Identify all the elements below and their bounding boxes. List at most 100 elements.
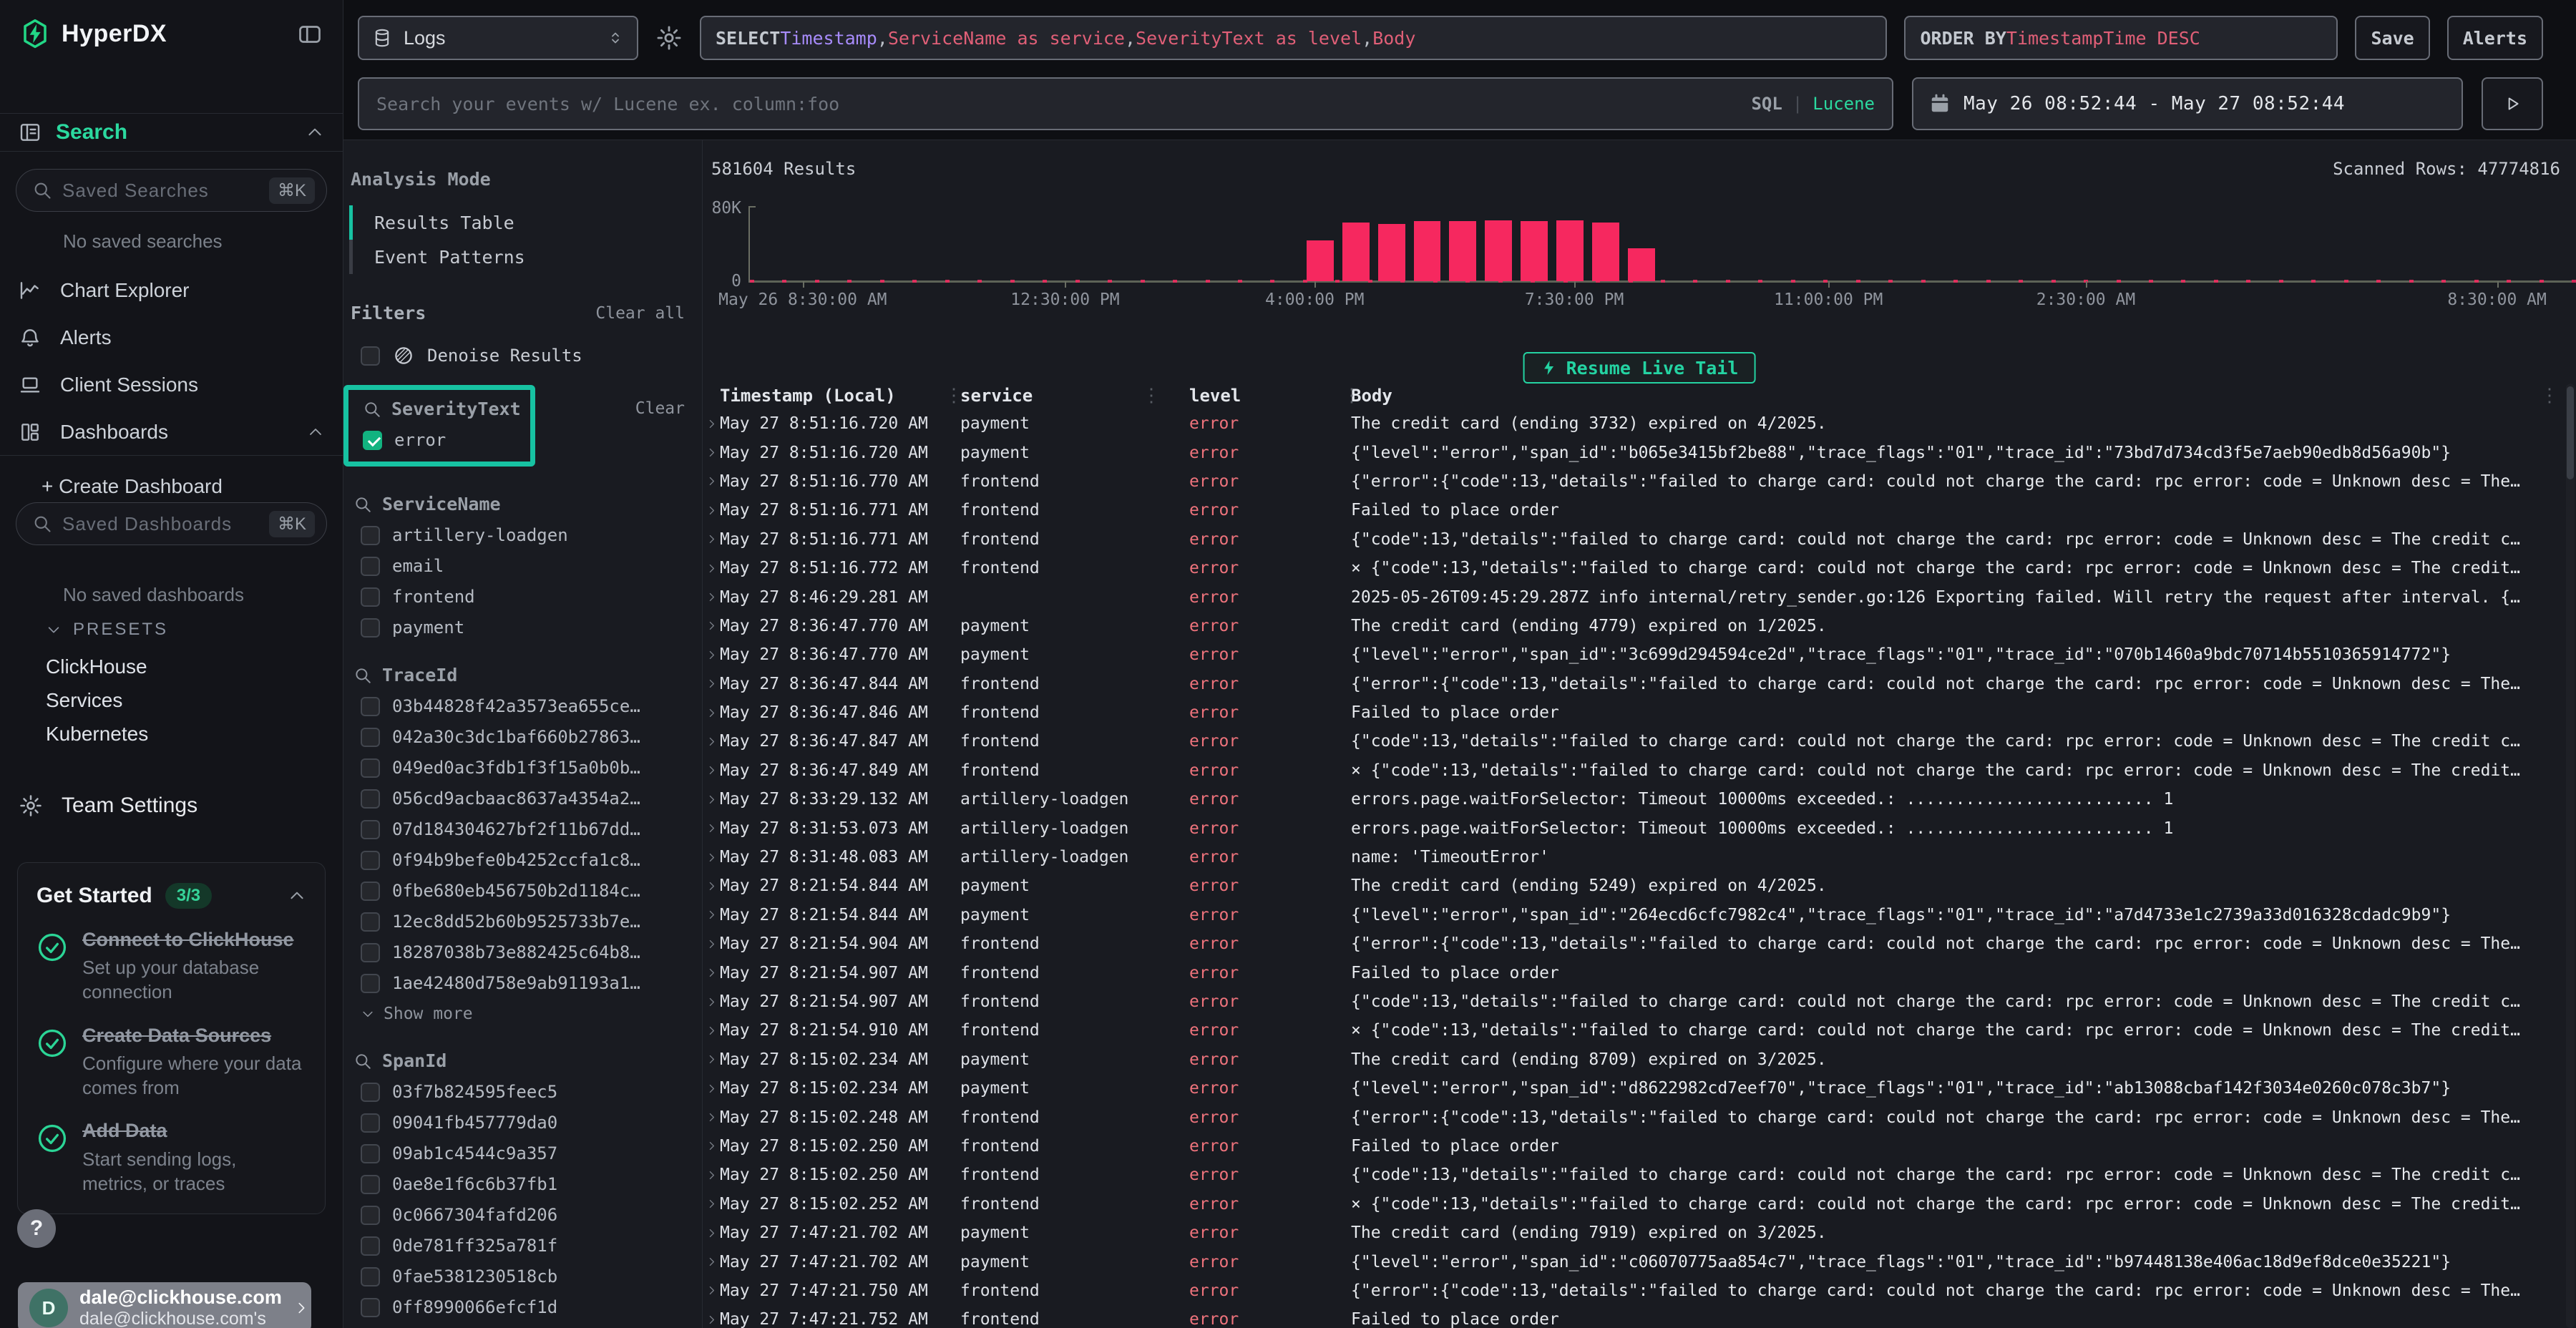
expand-row-icon[interactable] — [706, 533, 718, 545]
filter-option[interactable]: 12ec8dd52b60b9525733b7e… — [361, 912, 685, 932]
filter-option[interactable]: 1ae42480d758e9ab91193a1… — [361, 973, 685, 993]
get-started-item[interactable]: Add DataStart sending logs, metrics, or … — [36, 1118, 306, 1196]
checkbox[interactable] — [361, 618, 380, 638]
expand-row-icon[interactable] — [706, 1256, 718, 1268]
get-started-item[interactable]: Connect to ClickHouseSet up your databas… — [36, 927, 306, 1005]
table-row[interactable]: May 27 8:51:16.772 AMfrontenderror× {"co… — [703, 554, 2565, 582]
clear-all-button[interactable]: Clear all — [595, 304, 685, 323]
filter-option[interactable]: artillery-loadgen — [361, 525, 685, 545]
table-row[interactable]: May 27 7:47:21.702 AMpaymenterror{"level… — [703, 1247, 2565, 1276]
histogram-bar[interactable] — [1342, 223, 1370, 281]
analysis-mode-results-table[interactable]: Results Table — [349, 205, 685, 240]
filter-option[interactable]: 0de781ff325a781f — [361, 1236, 685, 1256]
table-row[interactable]: May 27 7:47:21.752 AMfrontenderrorFailed… — [703, 1305, 2565, 1328]
table-row[interactable]: May 27 8:15:02.250 AMfrontenderrorFailed… — [703, 1132, 2565, 1161]
table-row[interactable]: May 27 8:51:16.771 AMfrontenderror{"code… — [703, 525, 2565, 554]
sidebar-item-alerts[interactable]: Alerts — [0, 318, 343, 358]
expand-row-icon[interactable] — [706, 1140, 718, 1152]
sidebar-item-search[interactable]: Search — [0, 113, 343, 152]
table-row[interactable]: May 27 8:31:48.083 AMartillery-loadgener… — [703, 843, 2565, 872]
table-row[interactable]: May 27 8:36:47.844 AMfrontenderror{"erro… — [703, 670, 2565, 698]
expand-row-icon[interactable] — [706, 475, 718, 487]
checkbox[interactable] — [361, 789, 380, 809]
expand-row-icon[interactable] — [706, 1227, 718, 1239]
save-button[interactable]: Save — [2355, 16, 2429, 60]
table-row[interactable]: May 27 8:15:02.250 AMfrontenderror{"code… — [703, 1161, 2565, 1189]
filter-option[interactable]: email — [361, 556, 685, 576]
table-row[interactable]: May 27 8:51:16.770 AMfrontenderror{"erro… — [703, 467, 2565, 496]
saved-searches-input[interactable]: Saved Searches ⌘K — [16, 169, 327, 212]
event-search-input[interactable]: Search your events w/ Lucene ex. column:… — [358, 77, 1893, 130]
table-row[interactable]: May 27 8:15:02.248 AMfrontenderror{"erro… — [703, 1103, 2565, 1131]
table-row[interactable]: May 27 8:51:16.771 AMfrontenderrorFailed… — [703, 496, 2565, 524]
table-row[interactable]: May 27 7:47:21.750 AMfrontenderror{"erro… — [703, 1276, 2565, 1305]
preset-kubernetes[interactable]: Kubernetes — [46, 723, 148, 746]
results-histogram[interactable] — [750, 208, 2572, 281]
checkbox[interactable] — [361, 1144, 380, 1163]
table-row[interactable]: May 27 8:51:16.720 AMpaymenterror{"level… — [703, 438, 2565, 467]
checkbox[interactable] — [361, 1113, 380, 1133]
column-header-body[interactable]: Body — [1351, 386, 2565, 406]
table-row[interactable]: May 27 8:36:47.770 AMpaymenterror{"level… — [703, 640, 2565, 669]
presets-toggle[interactable]: PRESETS — [46, 620, 168, 640]
expand-row-icon[interactable] — [706, 1198, 718, 1210]
filter-option[interactable]: 0fbe680eb456750b2d1184c… — [361, 881, 685, 901]
lucene-toggle[interactable]: Lucene — [1813, 94, 1875, 114]
source-select[interactable]: Logs — [358, 16, 638, 60]
filter-option[interactable]: 0ae8e1f6c6b37fb1 — [361, 1174, 685, 1194]
table-row[interactable]: May 27 8:21:54.904 AMfrontenderror{"erro… — [703, 929, 2565, 958]
table-row[interactable]: May 27 8:33:29.132 AMartillery-loadgener… — [703, 785, 2565, 814]
table-row[interactable]: May 27 8:15:02.234 AMpaymenterrorThe cre… — [703, 1045, 2565, 1074]
filter-option[interactable]: 07d184304627bf2f11b67dd… — [361, 819, 685, 839]
get-started-item[interactable]: Create Data SourcesConfigure where your … — [36, 1023, 306, 1100]
table-row[interactable]: May 27 7:47:21.702 AMpaymenterrorThe cre… — [703, 1219, 2565, 1247]
table-scrollbar[interactable] — [2566, 384, 2575, 1328]
saved-dashboards-input[interactable]: Saved Dashboards ⌘K — [16, 502, 327, 545]
checkbox[interactable] — [361, 557, 380, 576]
expand-row-icon[interactable] — [706, 938, 718, 950]
table-row[interactable]: May 27 8:21:54.910 AMfrontenderror× {"co… — [703, 1016, 2565, 1045]
table-row[interactable]: May 27 8:21:54.844 AMpaymenterror{"level… — [703, 901, 2565, 929]
table-row[interactable]: May 27 8:15:02.252 AMfrontenderror× {"co… — [703, 1190, 2565, 1219]
table-row[interactable]: May 27 8:36:47.846 AMfrontenderrorFailed… — [703, 698, 2565, 727]
expand-row-icon[interactable] — [706, 620, 718, 632]
chevron-up-icon[interactable] — [306, 123, 324, 142]
expand-row-icon[interactable] — [706, 1053, 718, 1065]
filter-option[interactable]: 056cd9acbaac8637a4354a2… — [361, 788, 685, 809]
column-resize-handle[interactable]: ⋮ — [945, 384, 963, 408]
histogram-bar[interactable] — [1556, 220, 1584, 281]
filter-option[interactable]: error — [363, 430, 516, 450]
checkbox[interactable] — [361, 697, 380, 716]
denoise-results-checkbox[interactable]: Denoise Results — [361, 345, 685, 366]
checkbox[interactable] — [361, 1083, 380, 1102]
checkbox[interactable] — [361, 587, 380, 607]
checkbox[interactable] — [361, 851, 380, 870]
table-row[interactable]: May 27 8:51:16.720 AMpaymenterrorThe cre… — [703, 409, 2565, 438]
filter-option[interactable]: 0c0667304fafd206 — [361, 1205, 685, 1225]
checkbox[interactable] — [361, 728, 380, 747]
chevron-up-icon[interactable] — [288, 887, 306, 905]
column-header-level[interactable]: level — [1189, 386, 1351, 406]
expand-row-icon[interactable] — [706, 1111, 718, 1123]
create-dashboard-button[interactable]: + Create Dashboard — [42, 475, 223, 498]
table-row[interactable]: May 27 8:21:54.907 AMfrontenderrorFailed… — [703, 958, 2565, 987]
alerts-button[interactable]: Alerts — [2447, 16, 2543, 60]
expand-row-icon[interactable] — [706, 1284, 718, 1297]
column-header-timestamp-local-[interactable]: Timestamp (Local) — [720, 386, 960, 406]
checkbox[interactable] — [361, 1206, 380, 1225]
checkbox[interactable] — [361, 943, 380, 962]
filter-option[interactable]: 18287038b73e882425c64b8… — [361, 942, 685, 962]
checkbox[interactable] — [361, 1267, 380, 1286]
expand-row-icon[interactable] — [706, 446, 718, 459]
user-menu[interactable]: D dale@clickhouse.com dale@clickhouse.co… — [18, 1282, 311, 1328]
filter-option[interactable]: 0f94b9befe0b4252ccfa1c8… — [361, 850, 685, 870]
table-row[interactable]: May 27 8:31:53.073 AMartillery-loadgener… — [703, 814, 2565, 842]
histogram-bar[interactable] — [1628, 248, 1655, 281]
scrollbar-thumb[interactable] — [2567, 386, 2574, 479]
histogram-bar[interactable] — [1307, 240, 1334, 281]
histogram-bar[interactable] — [1414, 221, 1441, 281]
expand-row-icon[interactable] — [706, 418, 718, 430]
checkbox[interactable] — [361, 974, 380, 993]
sidebar-item-dashboards[interactable]: Dashboards — [0, 412, 343, 452]
histogram-bar[interactable] — [1521, 221, 1548, 281]
